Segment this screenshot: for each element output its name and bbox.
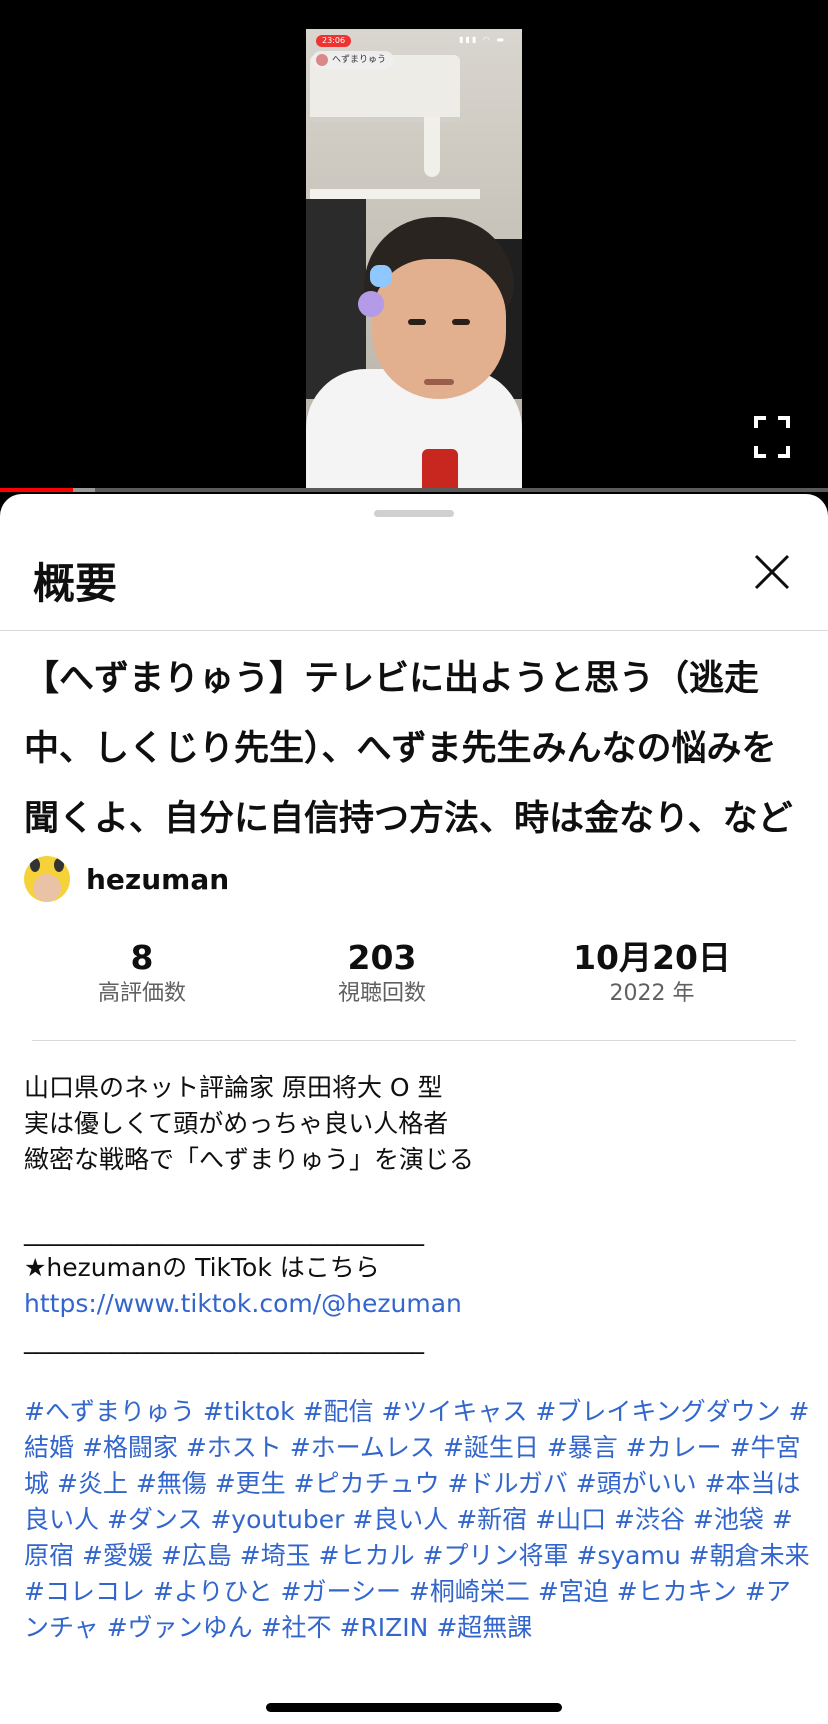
tiktok-link[interactable]: https://www.tiktok.com/@hezuman xyxy=(24,1286,814,1322)
close-icon[interactable] xyxy=(752,552,792,592)
description-text: 山口県のネット評論家 原田将大 O 型 実は優しくて頭がめっちゃ良い人格者 緻密… xyxy=(24,1070,814,1646)
channel-name[interactable]: hezuman xyxy=(86,863,229,896)
separator-line: ________________________________ xyxy=(24,1217,424,1246)
stat-views: 203 視聴回数 xyxy=(322,938,442,1010)
upload-date: 10月20日 xyxy=(573,938,731,977)
sticker-icon xyxy=(358,291,384,317)
avatar[interactable] xyxy=(24,856,70,902)
red-cup xyxy=(422,449,458,492)
live-avatar-icon xyxy=(316,54,328,66)
person-eye-left xyxy=(408,319,426,325)
progress-buffered xyxy=(72,488,96,492)
shelf xyxy=(310,189,480,199)
sheet-title: 概要 xyxy=(33,559,118,608)
pipe xyxy=(424,117,440,177)
video-frame: 23:06 ▮▮▮ ◠ ▬ へずまりゅう xyxy=(306,29,522,492)
video-player[interactable]: 23:06 ▮▮▮ ◠ ▬ へずまりゅう xyxy=(0,0,828,492)
description-sheet: 概要 【へずまりゅう】テレビに出ようと思う（逃走中、しくじり先生）、へずま先生み… xyxy=(0,494,828,1724)
hashtag-list[interactable]: #へずまりゅう #tiktok #配信 #ツイキャス #ブレイキングダウン #結… xyxy=(24,1394,814,1646)
sticker-icon xyxy=(370,265,392,287)
progress-played xyxy=(0,488,73,492)
divider xyxy=(32,1040,796,1041)
description-line: 山口県のネット評論家 原田将大 O 型 xyxy=(24,1073,443,1102)
person-mouth xyxy=(424,379,454,385)
stat-date: 10月20日 2022 年 xyxy=(562,938,742,1010)
live-user-name: へずまりゅう xyxy=(332,55,387,65)
person-eye-right xyxy=(452,319,470,325)
fullscreen-icon[interactable] xyxy=(752,414,792,460)
description-line: 実は優しくて頭がめっちゃ良い人格者 xyxy=(24,1109,449,1138)
live-user-chip: へずまりゅう xyxy=(312,51,395,69)
status-icons: ▮▮▮ ◠ ▬ xyxy=(459,35,506,44)
home-indicator xyxy=(266,1703,562,1712)
description-line: 緻密な戦略で「へずまりゅう」を演じる xyxy=(24,1145,475,1174)
views-label: 視聴回数 xyxy=(337,981,426,1006)
stat-likes: 8 高評価数 xyxy=(82,938,202,1010)
separator-line: ________________________________ xyxy=(24,1325,424,1354)
divider xyxy=(0,630,828,631)
progress-bar[interactable] xyxy=(0,488,828,492)
video-title: 【へずまりゅう】テレビに出ようと思う（逃走中、しくじり先生）、へずま先生みんなの… xyxy=(24,659,793,839)
channel-link[interactable]: hezuman xyxy=(24,856,229,902)
likes-count: 8 xyxy=(130,938,154,977)
likes-label: 高評価数 xyxy=(97,981,186,1006)
views-count: 203 xyxy=(347,938,417,977)
drag-handle[interactable] xyxy=(374,510,454,517)
person-face xyxy=(372,259,506,399)
status-time: 23:06 xyxy=(316,35,352,47)
tiktok-intro: ★hezumanの TikTok はこちら xyxy=(24,1253,380,1282)
upload-year: 2022 年 xyxy=(609,981,695,1006)
